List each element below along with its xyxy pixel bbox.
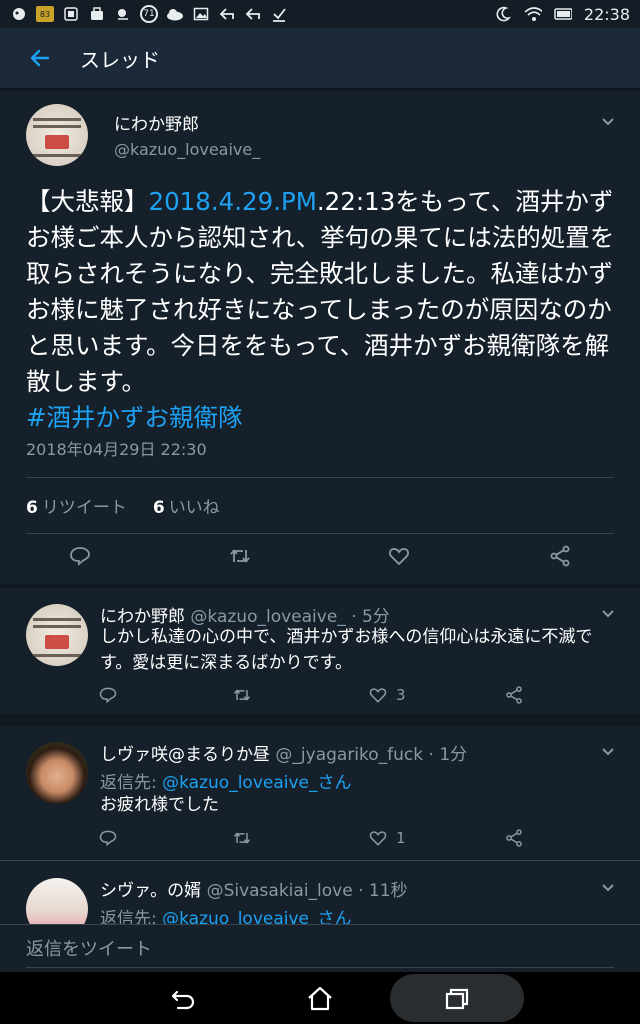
reply-input[interactable]: 返信をツイート <box>26 935 152 961</box>
reply-composer: 返信をツイート <box>0 924 640 972</box>
back-arrow-icon <box>30 49 50 67</box>
like-count: 6 <box>152 498 165 518</box>
retweet-icon[interactable] <box>232 685 252 705</box>
divider <box>0 860 640 861</box>
page-title: スレッド <box>80 47 160 72</box>
reply-icon[interactable] <box>98 828 118 848</box>
sim-icon <box>62 6 80 22</box>
composer-underline <box>26 967 614 968</box>
notification-badge-icon: 71 <box>140 5 158 23</box>
back-button[interactable] <box>0 28 80 88</box>
reply-icon[interactable] <box>98 685 118 705</box>
notification-app-icon <box>10 6 28 22</box>
reply-arrow-icon <box>218 6 236 22</box>
cloud-icon <box>166 6 184 22</box>
tweet-link[interactable]: 2018.4.29.PM <box>149 187 317 216</box>
like-icon[interactable] <box>387 544 411 568</box>
like-label: いいね <box>168 498 220 518</box>
status-bar: 83 71 22:38 <box>0 0 640 28</box>
tweet-stats: 6 リツイート 6 いいね <box>26 493 220 518</box>
author-name[interactable]: シヴァ。の婿 <box>100 881 201 901</box>
weather-icon <box>114 6 132 22</box>
tweet-timestamp: 2018年04月29日 22:30 <box>26 440 207 459</box>
reply-to-label: 返信先: <box>100 773 163 793</box>
avatar[interactable] <box>26 742 88 804</box>
author-meta: @_jyagariko_fuck · 1分 <box>275 745 468 765</box>
avatar[interactable] <box>26 878 88 924</box>
reply-actions: 1 <box>0 828 640 852</box>
like-count: 1 <box>396 829 406 847</box>
reply-tweet[interactable]: シヴァ。の婿 @Sivasakiai_love · 11秒 返信先: @kazu… <box>0 862 640 924</box>
chevron-down-icon[interactable] <box>600 608 616 620</box>
recents-nav-icon[interactable] <box>442 984 472 1014</box>
reply-icon[interactable] <box>68 544 92 568</box>
bag-icon <box>88 6 106 22</box>
reply-to-link[interactable]: @kazuo_loveaive_さん <box>162 773 351 793</box>
reply-header: シヴァ。の婿 @Sivasakiai_love · 11秒 <box>100 876 408 901</box>
back-nav-icon[interactable] <box>168 984 198 1014</box>
reply-text: お疲れ様でした <box>100 795 219 815</box>
battery-icon <box>554 6 572 22</box>
reply-actions: 3 <box>0 685 640 709</box>
reply-arrow-icon <box>244 6 262 22</box>
hashtag-link[interactable]: #酒井かずお親衛隊 <box>26 403 243 432</box>
author-name[interactable]: しヴァ咲@まるりか昼 <box>100 745 270 765</box>
share-icon[interactable] <box>548 544 572 568</box>
divider <box>26 477 614 478</box>
image-icon <box>192 6 210 22</box>
retweet-count: 6 <box>26 498 38 518</box>
tweet-text-prefix: 【大悲報】 <box>26 187 149 216</box>
wifi-icon <box>524 6 542 22</box>
divider <box>26 533 614 534</box>
author-handle[interactable]: @kazuo_loveaive_ <box>114 140 260 159</box>
tweet-header: にわか野郎 @kazuo_loveaive_ <box>0 88 640 178</box>
app-bar: スレッド <box>0 28 640 88</box>
reply-header: しヴァ咲@まるりか昼 @_jyagariko_fuck · 1分 <box>100 740 467 765</box>
reply-text: しかし私達の心の中で、酒井かずお様への信仰心は永遠に不滅です。愛は更に深まるばか… <box>100 627 593 673</box>
retweet-label: リツイート <box>41 498 127 518</box>
chevron-down-icon[interactable] <box>600 116 616 128</box>
clock: 22:38 <box>583 4 630 24</box>
reply-tweet[interactable]: しヴァ咲@まるりか昼 @_jyagariko_fuck · 1分 返信先: @k… <box>0 726 640 858</box>
retweet-icon[interactable] <box>228 544 252 568</box>
reply-to: 返信先: @kazuo_loveaive_さん <box>100 768 352 793</box>
home-nav-icon[interactable] <box>305 984 335 1014</box>
retweet-icon[interactable] <box>232 828 252 848</box>
tweet-actions <box>0 544 640 574</box>
like-count: 3 <box>396 686 406 704</box>
system-nav-bar <box>0 972 640 1024</box>
download-done-icon <box>270 6 288 22</box>
battery-saver-icon: 83 <box>36 6 54 22</box>
reply-to-label: 返信先: <box>100 909 163 924</box>
author-meta: @Sivasakiai_love · 11秒 <box>206 881 408 901</box>
tweet-text-body: .22:13をもって、酒井かずお様ご本人から認知され、挙句の果てには法的処置を取… <box>26 187 615 396</box>
reply-to: 返信先: @kazuo_loveaive_さん <box>100 904 352 924</box>
share-icon[interactable] <box>504 828 524 848</box>
chevron-down-icon[interactable] <box>600 746 616 758</box>
like-icon[interactable] <box>368 828 388 848</box>
avatar[interactable] <box>26 104 88 166</box>
main-tweet: にわか野郎 @kazuo_loveaive_ 【大悲報】2018.4.29.PM… <box>0 88 640 567</box>
retweet-stat[interactable]: 6 リツイート <box>26 493 127 518</box>
chevron-down-icon[interactable] <box>600 882 616 894</box>
reply-tweet[interactable]: にわか野郎 @kazuo_loveaive_ · 5分 しかし私達の心の中で、酒… <box>0 588 640 714</box>
moon-icon <box>494 6 512 22</box>
avatar[interactable] <box>26 604 88 666</box>
section-separator <box>0 714 640 726</box>
reply-to-link[interactable]: @kazuo_loveaive_さん <box>162 909 351 924</box>
like-stat[interactable]: 6 いいね <box>153 493 220 518</box>
tweet-text: 【大悲報】2018.4.29.PM.22:13をもって、酒井かずお様ご本人から認… <box>26 184 616 436</box>
share-icon[interactable] <box>504 685 524 705</box>
like-icon[interactable] <box>368 685 388 705</box>
author-name[interactable]: にわか野郎 <box>114 110 199 135</box>
